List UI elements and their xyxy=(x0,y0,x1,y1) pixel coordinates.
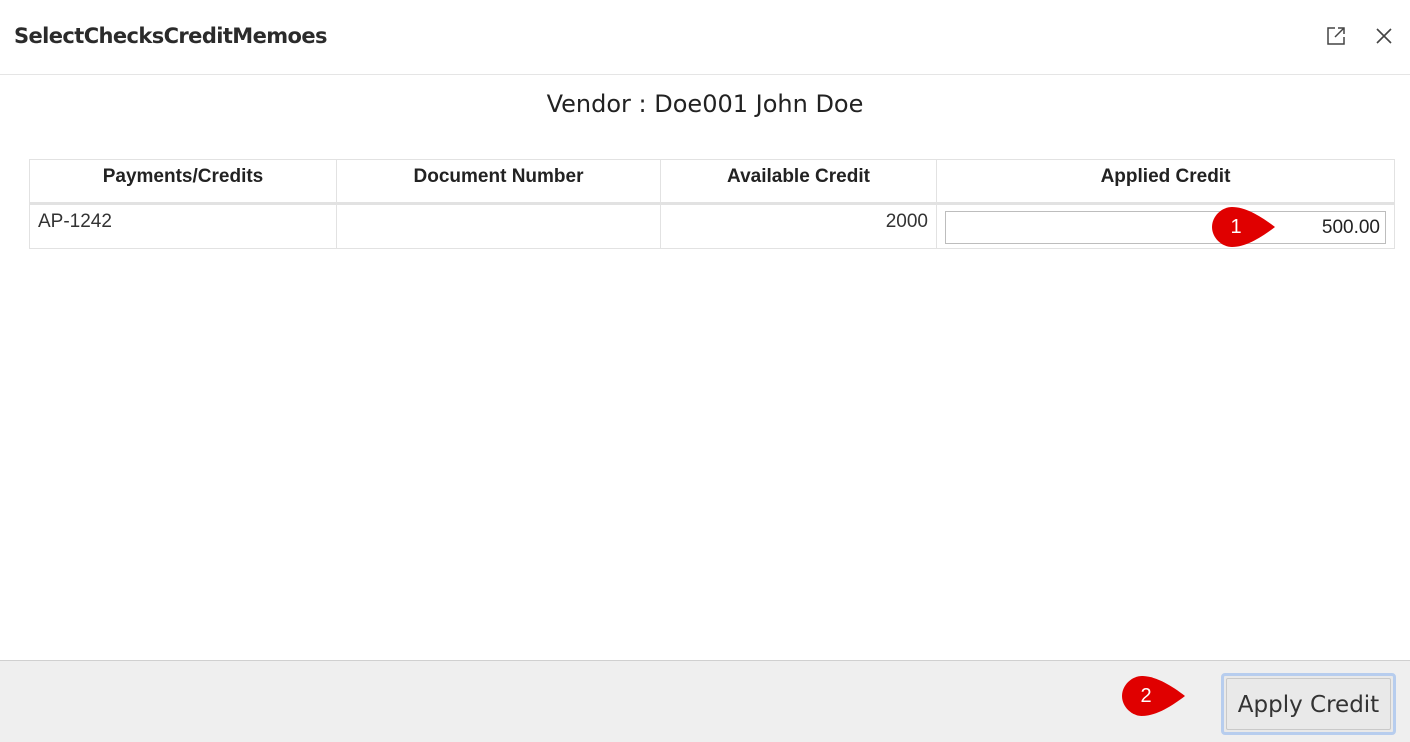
applied-credit-input[interactable] xyxy=(945,211,1386,244)
step-marker-2-label: 2 xyxy=(1140,685,1152,707)
column-header-applied-credit[interactable]: Applied Credit xyxy=(936,159,1395,205)
cell-payment: AP-1242 xyxy=(29,203,337,249)
table-header-row: Payments/Credits Document Number Availab… xyxy=(29,159,1395,205)
cell-document-number xyxy=(336,203,661,249)
maximize-icon xyxy=(1327,27,1345,45)
cell-available-credit: 2000 xyxy=(660,203,937,249)
maximize-button[interactable] xyxy=(1324,24,1348,48)
column-header-payments-credits[interactable]: Payments/Credits xyxy=(29,159,337,205)
cell-applied-credit xyxy=(936,203,1395,249)
step-marker-2: 2 xyxy=(1122,676,1194,716)
column-header-available-credit[interactable]: Available Credit xyxy=(660,159,937,205)
select-checks-credit-memoes-dialog: SelectChecksCreditMemoes Vendor : Doe001… xyxy=(0,0,1410,742)
vendor-label: Vendor : Doe001 John Doe xyxy=(546,90,864,118)
dialog-footer: Apply Credit xyxy=(0,660,1410,742)
close-icon xyxy=(1376,28,1392,44)
dialog-title: SelectChecksCreditMemoes xyxy=(14,24,327,48)
table-row[interactable]: AP-1242 2000 xyxy=(29,203,1395,249)
step-marker-1-label: 1 xyxy=(1230,216,1242,238)
credits-table: Payments/Credits Document Number Availab… xyxy=(29,159,1395,249)
dialog-titlebar: SelectChecksCreditMemoes xyxy=(0,0,1410,75)
column-header-document-number[interactable]: Document Number xyxy=(336,159,661,205)
step-marker-1: 1 xyxy=(1212,207,1284,247)
apply-credit-label: Apply Credit xyxy=(1226,678,1391,730)
close-button[interactable] xyxy=(1372,24,1396,48)
vendor-heading: Vendor : Doe001 John Doe xyxy=(0,90,1410,118)
apply-credit-button[interactable]: Apply Credit xyxy=(1221,673,1396,735)
